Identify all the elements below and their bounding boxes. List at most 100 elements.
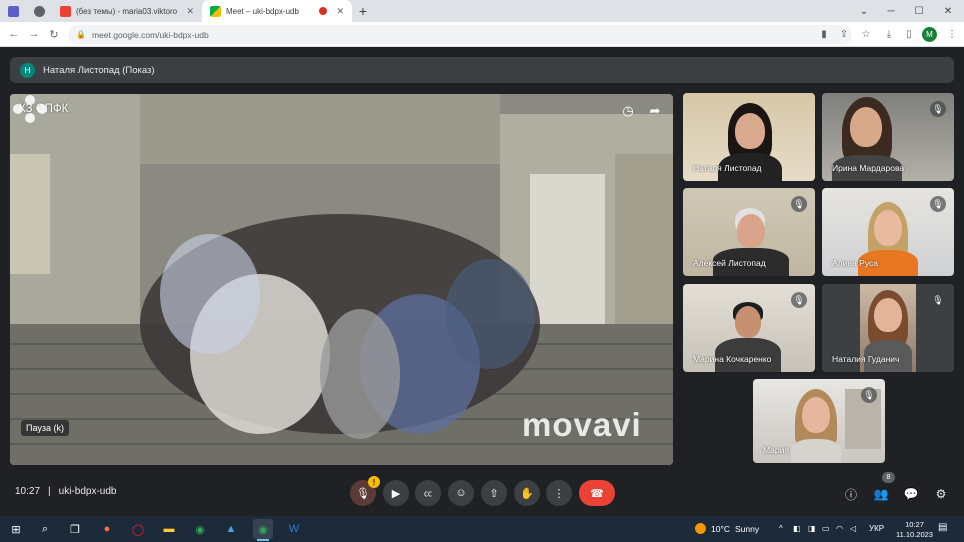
- clock-date: 11.10.2023: [896, 530, 933, 539]
- sun-icon: [695, 523, 706, 534]
- opera-icon[interactable]: ◯: [128, 519, 148, 539]
- participant-tile[interactable]: 🎙 Алина Руса: [822, 188, 954, 276]
- system-clock[interactable]: 10:27 11.10.2023: [896, 520, 933, 540]
- chrome-icon[interactable]: ◉: [190, 519, 210, 539]
- side-panel-icon[interactable]: ▯: [901, 26, 917, 42]
- windows-taskbar: ⊞ ⌕ ❐ ● ◯ ▬ ◉ ▲ ◉ W 10°C Sunny ^ ◧ ◨ ▭ ◠…: [0, 516, 964, 542]
- present-button[interactable]: ⇧: [481, 480, 507, 506]
- separator: |: [48, 486, 51, 497]
- tray-app-icon[interactable]: ▭: [822, 524, 830, 533]
- gmail-icon: [60, 5, 71, 17]
- mic-off-icon: 🎙: [930, 196, 946, 212]
- recording-icon: [319, 7, 328, 15]
- more-vert-icon: ⋮: [553, 487, 565, 500]
- chrome-active-icon[interactable]: ◉: [253, 519, 273, 541]
- tray-chevron-icon[interactable]: ^: [779, 524, 783, 533]
- task-view-icon[interactable]: ❐: [65, 519, 85, 539]
- tab-gmail[interactable]: (без темы) - maria03.viktorovna ✕: [52, 0, 202, 22]
- mic-off-icon: 🎙: [930, 292, 946, 308]
- profile-avatar[interactable]: M: [922, 27, 937, 42]
- weather-desc: Sunny: [735, 523, 760, 534]
- activities-icon[interactable]: ⚙: [931, 484, 951, 504]
- address-bar[interactable]: 🔒 meet.google.com/uki-bdpx-udb: [68, 25, 852, 44]
- camera-toggle-button[interactable]: ▶: [383, 480, 409, 506]
- emoji-icon: ☺: [455, 487, 467, 499]
- app-icon[interactable]: ▲: [221, 519, 241, 539]
- clock-icon[interactable]: ◷: [619, 102, 637, 120]
- close-icon[interactable]: ✕: [186, 6, 194, 17]
- participant-name: Мария: [763, 445, 789, 455]
- volume-icon[interactable]: ◁: [850, 524, 856, 533]
- tab-settings[interactable]: [26, 0, 52, 22]
- hang-up-icon: ☎: [590, 487, 604, 500]
- browser-toolbar: ← → ↻ 🔒 meet.google.com/uki-bdpx-udb ▮ ⇪…: [0, 22, 964, 47]
- url-text: meet.google.com/uki-bdpx-udb: [91, 29, 209, 40]
- presenter-label: Наталя Листопад (Показ): [43, 64, 155, 76]
- watermark-text: movavi: [522, 406, 642, 443]
- pause-tooltip: Пауза (k): [21, 420, 69, 436]
- maximize-button[interactable]: ☐: [905, 0, 933, 22]
- share-icon[interactable]: ⇪: [836, 26, 852, 42]
- camera-indicator-icon[interactable]: ▮: [816, 26, 832, 42]
- raise-hand-button[interactable]: ✋: [514, 480, 540, 506]
- settings-icon: [33, 5, 45, 17]
- participant-name: Алексей Листопад: [693, 258, 766, 268]
- wifi-icon[interactable]: ◠: [836, 524, 843, 533]
- mic-warning-badge: !: [368, 476, 380, 488]
- back-icon[interactable]: ←: [6, 26, 22, 42]
- participant-tile[interactable]: 🎙 Алексей Листопад: [683, 188, 815, 276]
- tray-app-icon[interactable]: ◨: [808, 524, 816, 533]
- presentation-banner: Н Наталя Листопад (Показ): [10, 57, 954, 83]
- lock-icon: 🔒: [76, 30, 86, 39]
- minimize-button[interactable]: ─: [877, 0, 905, 22]
- participant-tile[interactable]: 🎙 Мария: [753, 379, 885, 463]
- camera-icon: ▶: [391, 487, 401, 500]
- participant-tile[interactable]: 🎙 Наталия Гуданич: [822, 284, 954, 372]
- tab-search-icon[interactable]: ⌄: [850, 0, 878, 22]
- meeting-time: 10:27: [15, 486, 41, 497]
- mic-off-icon: 🎙: [791, 292, 807, 308]
- tab-title: (без темы) - maria03.viktorovna: [76, 6, 178, 16]
- participant-tile[interactable]: 🎙 Ирина Мардарова: [822, 93, 954, 181]
- file-explorer-icon[interactable]: ▬: [159, 519, 179, 539]
- weather-widget[interactable]: 10°C Sunny: [695, 523, 759, 534]
- browser-tab-strip: (без темы) - maria03.viktorovna ✕ Meet –…: [0, 0, 964, 22]
- weather-temp: 10°C: [711, 523, 730, 534]
- participant-name: Наталя Листопад: [693, 163, 762, 173]
- meeting-code: uki-bdpx-udb: [58, 486, 117, 497]
- tab-meet[interactable]: Meet – uki-bdpx-udb ✕: [202, 0, 352, 22]
- participant-tile[interactable]: 🎙 Марина Кочкаренко: [683, 284, 815, 372]
- windows-start-icon[interactable]: ⊞: [6, 519, 26, 539]
- share-arrow-icon[interactable]: ➦: [646, 102, 664, 120]
- meeting-info: 10:27 | uki-bdpx-udb: [15, 486, 116, 497]
- mic-off-icon: 🎙: [356, 487, 370, 500]
- search-icon[interactable]: ⌕: [35, 519, 55, 539]
- tray-app-icon[interactable]: ◧: [793, 524, 801, 533]
- window-close-button[interactable]: ✕: [934, 0, 962, 22]
- people-icon[interactable]: 👥: [871, 484, 891, 504]
- leave-call-button[interactable]: ☎: [579, 480, 615, 506]
- forward-icon[interactable]: →: [26, 26, 42, 42]
- presenter-avatar: Н: [20, 62, 35, 78]
- participant-tile[interactable]: Наталя Листопад: [683, 93, 815, 181]
- mic-toggle-button[interactable]: 🎙 !: [350, 476, 380, 506]
- participant-name: Марина Кочкаренко: [693, 354, 772, 364]
- word-icon[interactable]: W: [284, 519, 304, 539]
- notifications-icon[interactable]: ▤: [938, 522, 947, 533]
- presentation-stage[interactable]: КЗ ОПФК ◷ ➦ Пауза (k) movavi: [10, 94, 673, 465]
- captions-button[interactable]: ㏄: [415, 480, 441, 506]
- meeting-details-icon[interactable]: ⓘ: [841, 484, 861, 504]
- menu-dots-icon[interactable]: ⋮: [944, 26, 960, 42]
- tab-teams[interactable]: [0, 0, 26, 22]
- reactions-button[interactable]: ☺: [448, 480, 474, 506]
- reload-icon[interactable]: ↻: [46, 26, 62, 42]
- bookmark-star-icon[interactable]: ☆: [858, 26, 874, 42]
- close-icon[interactable]: ✕: [336, 6, 344, 17]
- chat-icon[interactable]: 💬: [901, 484, 921, 504]
- download-icon[interactable]: ⤓: [881, 26, 897, 42]
- mic-off-icon: 🎙: [930, 101, 946, 117]
- firefox-icon[interactable]: ●: [97, 519, 117, 539]
- new-tab-button[interactable]: +: [352, 0, 374, 22]
- language-indicator[interactable]: УКР: [869, 524, 884, 533]
- more-options-button[interactable]: ⋮: [546, 480, 572, 506]
